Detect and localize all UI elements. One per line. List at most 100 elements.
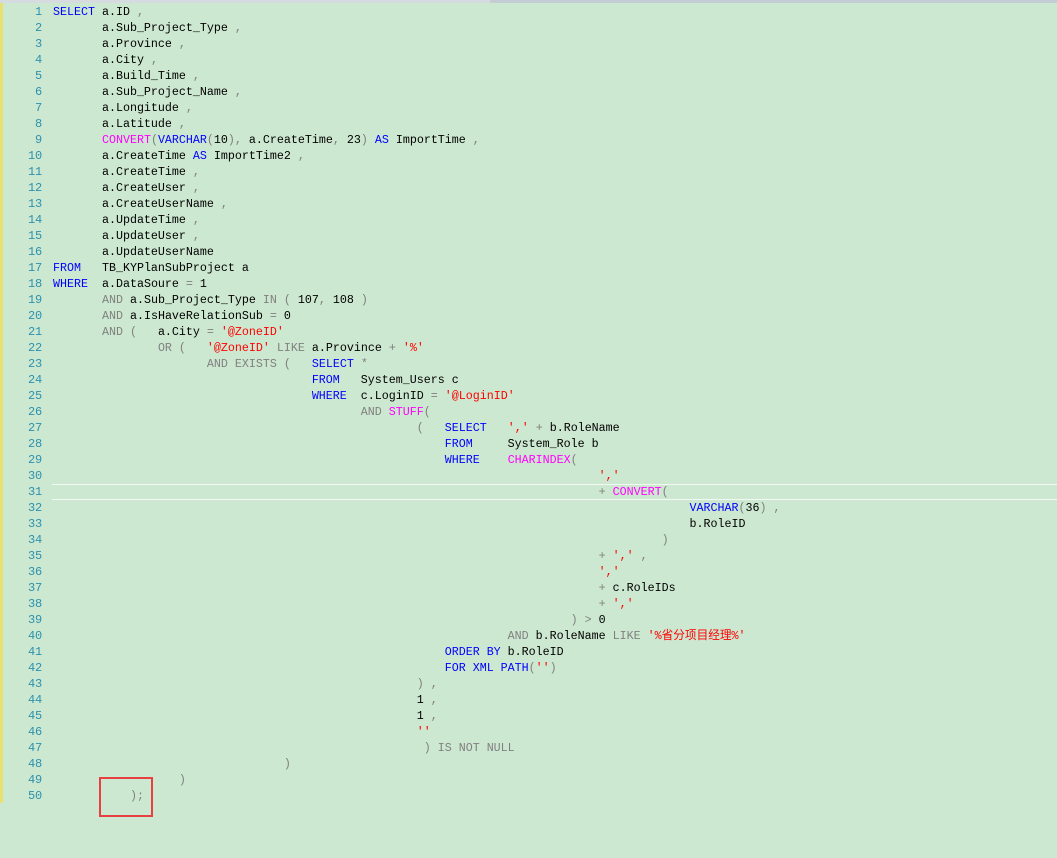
code-line[interactable]: 31 + CONVERT( bbox=[0, 484, 1057, 500]
token-id bbox=[53, 389, 312, 403]
code-line[interactable]: 23 AND EXISTS ( SELECT * bbox=[0, 356, 1057, 372]
code-line[interactable]: 8 a.Latitude , bbox=[0, 116, 1057, 132]
token-id bbox=[424, 677, 431, 691]
code-line[interactable]: 49 ) bbox=[0, 772, 1057, 788]
token-op: ) bbox=[570, 613, 578, 627]
code-line[interactable]: 30 ',' bbox=[0, 468, 1057, 484]
token-id bbox=[53, 629, 508, 643]
code-line[interactable]: 2 a.Sub_Project_Type , bbox=[0, 20, 1057, 36]
token-op: ( bbox=[416, 421, 424, 435]
token-id bbox=[53, 357, 207, 371]
code-text: ) , bbox=[53, 676, 438, 692]
code-line[interactable]: 16 a.UpdateUserName bbox=[0, 244, 1057, 260]
token-str: '@ZoneID' bbox=[206, 341, 270, 355]
line-number: 32 bbox=[27, 501, 42, 515]
code-line[interactable]: 9 CONVERT(VARCHAR(10), a.CreateTime, 23)… bbox=[0, 132, 1057, 148]
code-line[interactable]: 37 + c.RoleIDs bbox=[0, 580, 1057, 596]
token-op: + bbox=[535, 421, 543, 435]
code-text: 1 , bbox=[53, 708, 438, 724]
line-number: 4 bbox=[34, 53, 42, 67]
token-id: a.Sub_Project_Type bbox=[122, 293, 263, 307]
code-line[interactable]: 42 FOR XML PATH('') bbox=[0, 660, 1057, 676]
code-line[interactable]: 21 AND ( a.City = '@ZoneID' bbox=[0, 324, 1057, 340]
code-line[interactable]: 11 a.CreateTime , bbox=[0, 164, 1057, 180]
code-line[interactable]: 35 + ',' , bbox=[0, 548, 1057, 564]
sql-code-editor[interactable]: 1 SELECT a.ID ,2 a.Sub_Project_Type ,3 a.… bbox=[0, 4, 1057, 804]
code-line[interactable]: 19 AND a.Sub_Project_Type IN ( 107, 108 … bbox=[0, 292, 1057, 308]
line-number: 33 bbox=[27, 517, 42, 531]
code-line[interactable]: 29 WHERE CHARINDEX( bbox=[0, 452, 1057, 468]
token-op: ) bbox=[549, 661, 557, 675]
code-line[interactable]: 15 a.UpdateUser , bbox=[0, 228, 1057, 244]
code-line[interactable]: 3 a.Province , bbox=[0, 36, 1057, 52]
line-number: 31 bbox=[27, 485, 42, 499]
code-line[interactable]: 50 ); bbox=[0, 788, 1057, 804]
code-line[interactable]: 6 a.Sub_Project_Name , bbox=[0, 84, 1057, 100]
code-text: FROM System_Role b bbox=[53, 436, 599, 452]
code-line[interactable]: 5 a.Build_Time , bbox=[0, 68, 1057, 84]
token-id bbox=[368, 133, 375, 147]
code-line[interactable]: 20 AND a.IsHaveRelationSub = 0 bbox=[0, 308, 1057, 324]
token-id: a.CreateTime bbox=[53, 165, 193, 179]
code-line[interactable]: 40 AND b.RoleName LIKE '%省分项目经理%' bbox=[0, 628, 1057, 644]
token-id bbox=[487, 421, 508, 435]
code-line[interactable]: 13 a.CreateUserName , bbox=[0, 196, 1057, 212]
code-line[interactable]: 28 FROM System_Role b bbox=[0, 436, 1057, 452]
token-id bbox=[396, 341, 403, 355]
token-id: a.CreateTime bbox=[53, 149, 193, 163]
code-line[interactable]: 10 a.CreateTime AS ImportTime2 , bbox=[0, 148, 1057, 164]
token-op: , bbox=[234, 21, 242, 35]
code-text: FOR XML PATH('') bbox=[53, 660, 557, 676]
code-text: WHERE CHARINDEX( bbox=[53, 452, 578, 468]
code-line[interactable]: 38 + ',' bbox=[0, 596, 1057, 612]
code-line[interactable]: 4 a.City , bbox=[0, 52, 1057, 68]
code-line[interactable]: 48 ) bbox=[0, 756, 1057, 772]
token-op: AND bbox=[101, 309, 123, 323]
code-line[interactable]: 24 FROM System_Users c bbox=[0, 372, 1057, 388]
code-line[interactable]: 45 1 , bbox=[0, 708, 1057, 724]
token-op: , bbox=[185, 101, 193, 115]
token-op: ( bbox=[570, 453, 578, 467]
code-line[interactable]: 25 WHERE c.LoginID = '@LoginID' bbox=[0, 388, 1057, 404]
token-id bbox=[270, 341, 277, 355]
token-id bbox=[214, 325, 221, 339]
token-op: ) IS NOT NULL bbox=[423, 741, 515, 755]
code-line[interactable]: 41 ORDER BY b.RoleID bbox=[0, 644, 1057, 660]
code-line[interactable]: 44 1 , bbox=[0, 692, 1057, 708]
token-id: a.Province bbox=[53, 37, 179, 51]
code-line[interactable]: 18 WHERE a.DataSoure = 1 bbox=[0, 276, 1057, 292]
token-op: , bbox=[640, 549, 648, 563]
code-text: + ',' bbox=[53, 596, 634, 612]
token-op: , bbox=[178, 37, 186, 51]
code-line[interactable]: 34 ) bbox=[0, 532, 1057, 548]
code-line[interactable]: 22 OR ( '@ZoneID' LIKE a.Province + '%' bbox=[0, 340, 1057, 356]
token-id: TB_KYPlanSubProject a bbox=[80, 261, 249, 275]
code-line[interactable]: 27 ( SELECT ',' + b.RoleName bbox=[0, 420, 1057, 436]
code-line[interactable]: 7 a.Longitude , bbox=[0, 100, 1057, 116]
token-id bbox=[480, 453, 508, 467]
token-id: System_Role b bbox=[472, 437, 599, 451]
code-line[interactable]: 43 ) , bbox=[0, 676, 1057, 692]
code-line[interactable]: 46 '' bbox=[0, 724, 1057, 740]
line-number: 19 bbox=[27, 293, 42, 307]
top-toolbar-edge bbox=[0, 0, 1057, 3]
token-op: = bbox=[185, 277, 193, 291]
token-id bbox=[767, 501, 774, 515]
code-line[interactable]: 33 b.RoleID bbox=[0, 516, 1057, 532]
line-number: 30 bbox=[27, 469, 42, 483]
token-op: , bbox=[430, 693, 438, 707]
line-number: 34 bbox=[27, 533, 42, 547]
code-line[interactable]: 1 SELECT a.ID , bbox=[0, 4, 1057, 20]
code-line[interactable]: 26 AND STUFF( bbox=[0, 404, 1057, 420]
code-line[interactable]: 32 VARCHAR(36) , bbox=[0, 500, 1057, 516]
token-id: a.Build_Time bbox=[53, 69, 193, 83]
code-text: a.Build_Time , bbox=[53, 68, 200, 84]
code-line[interactable]: 47 ) IS NOT NULL bbox=[0, 740, 1057, 756]
code-line[interactable]: 14 a.UpdateTime , bbox=[0, 212, 1057, 228]
code-line[interactable]: 12 a.CreateUser , bbox=[0, 180, 1057, 196]
code-line[interactable]: 36 ',' bbox=[0, 564, 1057, 580]
highlight-box bbox=[99, 777, 153, 817]
code-line[interactable]: 17 FROM TB_KYPlanSubProject a bbox=[0, 260, 1057, 276]
code-text: a.CreateTime , bbox=[53, 164, 200, 180]
code-line[interactable]: 39 ) > 0 bbox=[0, 612, 1057, 628]
